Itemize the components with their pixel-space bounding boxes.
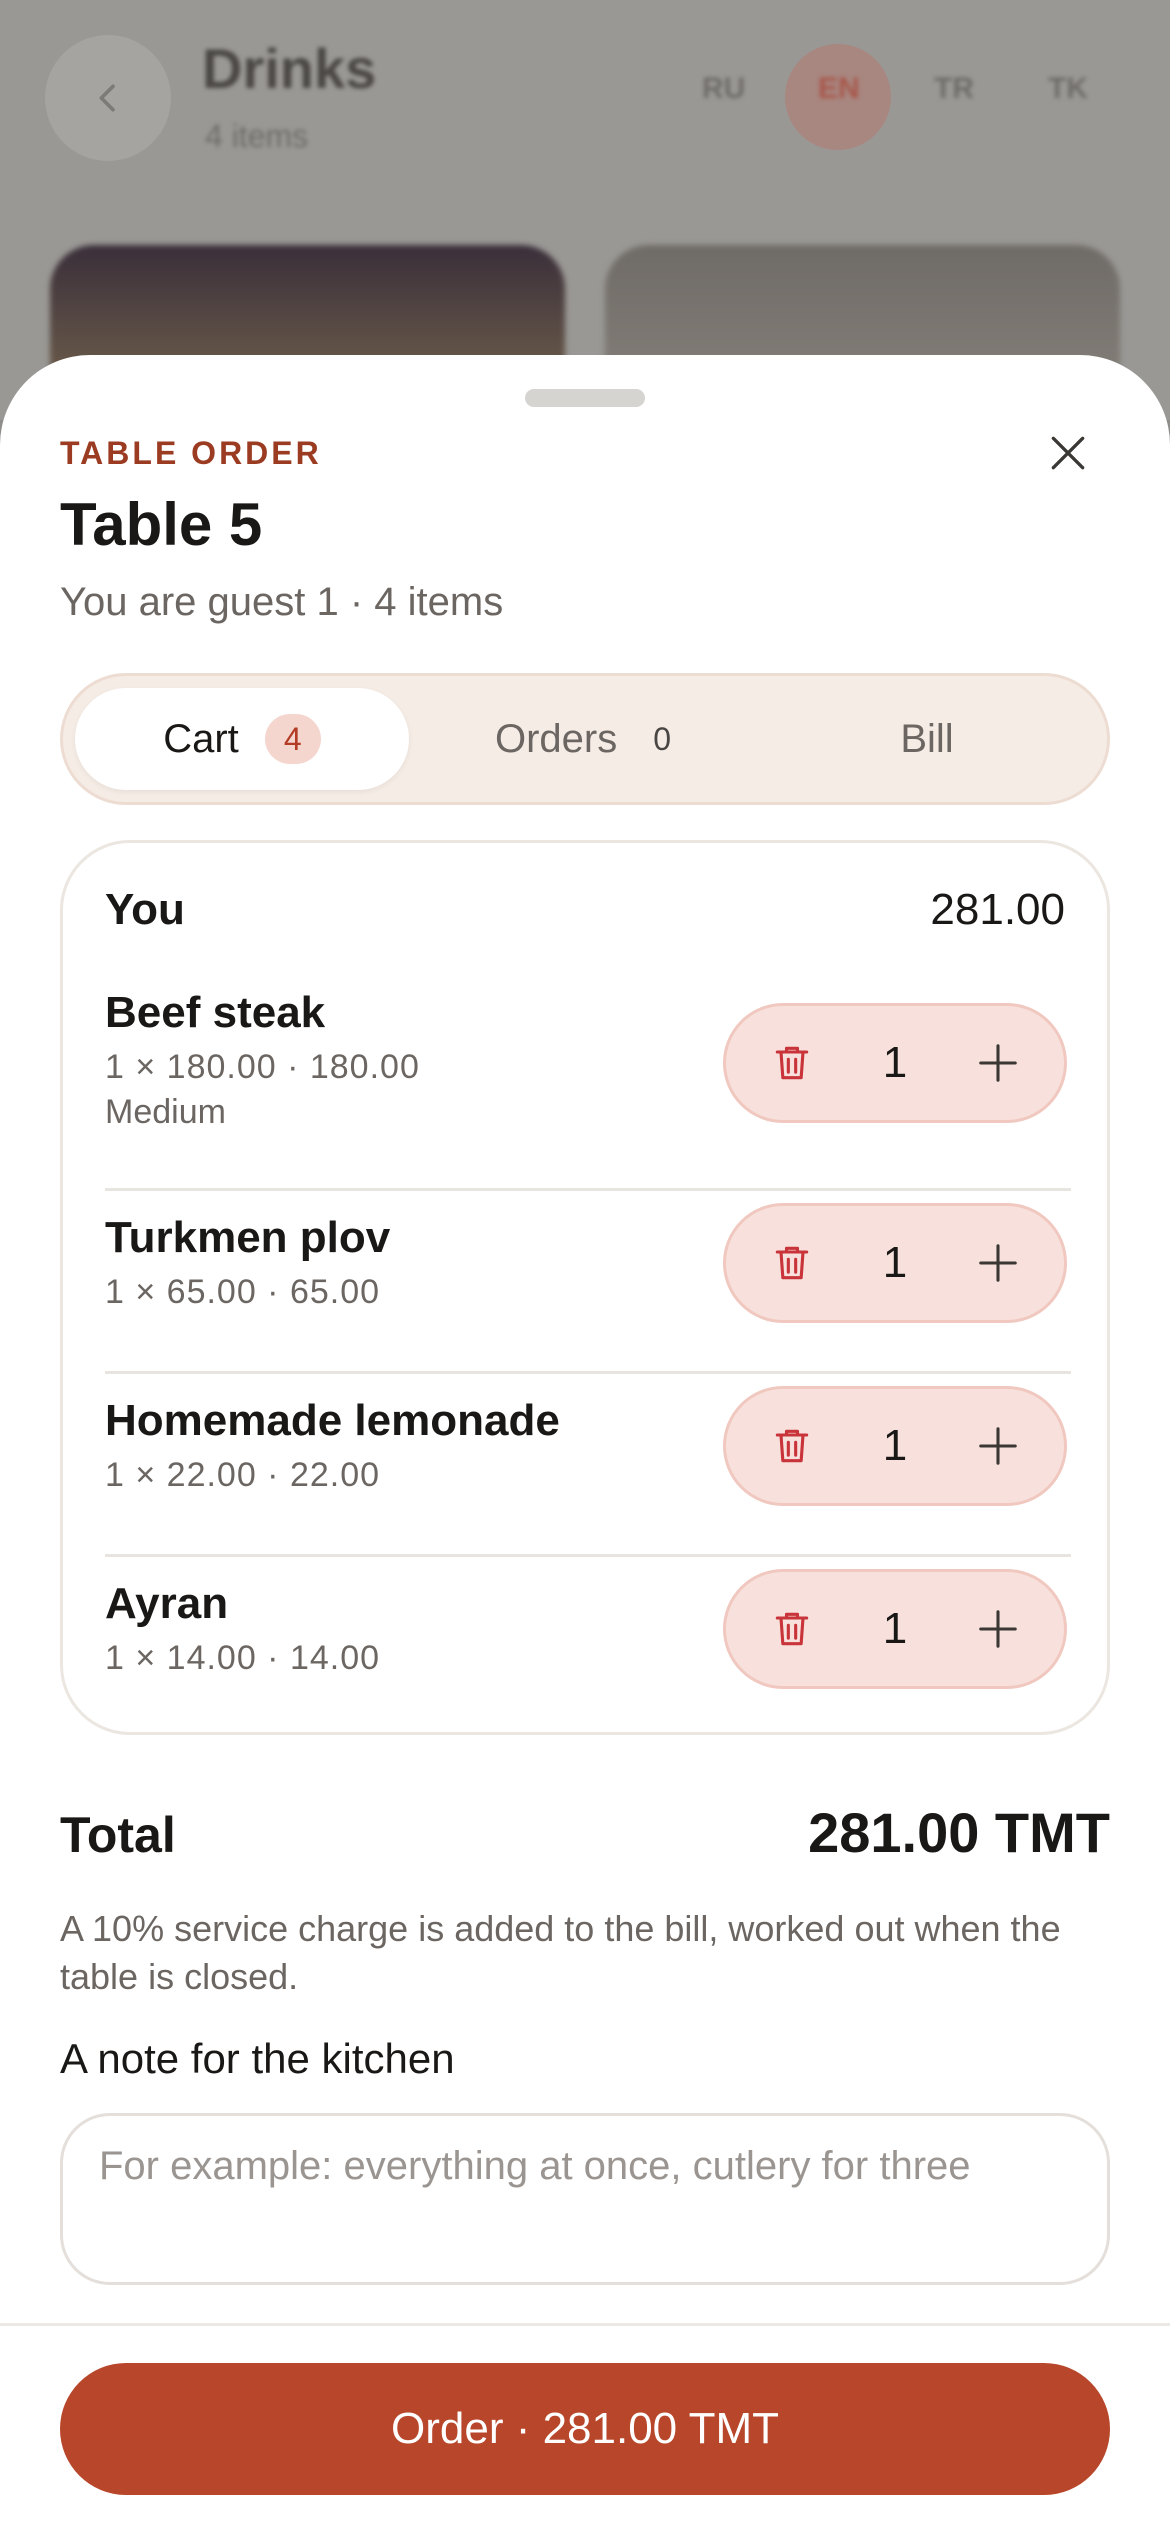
language-option: TR	[934, 72, 974, 105]
tab-cart[interactable]: Cart 4	[75, 688, 409, 790]
total-label: Total	[60, 1807, 176, 1863]
close-icon	[1051, 436, 1085, 470]
background-title: Drinks	[202, 37, 377, 100]
tab-orders[interactable]: Orders 0	[413, 688, 753, 790]
sheet-eyebrow: TABLE ORDER	[60, 435, 322, 471]
sheet-grabber[interactable]	[525, 389, 645, 407]
tab-bill[interactable]: Bill	[757, 688, 1097, 790]
quantity-stepper: 1	[723, 1003, 1067, 1123]
total-value: 281.00 TMT	[808, 1801, 1110, 1864]
trash-icon	[775, 1612, 809, 1646]
trash-icon	[775, 1046, 809, 1080]
quantity-value: 1	[882, 1421, 908, 1470]
divider	[105, 1554, 1071, 1557]
increment-button[interactable]	[972, 1237, 1024, 1289]
tab-label: Cart	[163, 716, 239, 761]
increment-button[interactable]	[972, 1420, 1024, 1472]
orders-count: 0	[653, 720, 672, 757]
trash-icon	[775, 1246, 809, 1280]
delete-button[interactable]	[766, 1603, 818, 1655]
quantity-value: 1	[882, 1038, 908, 1087]
divider	[105, 1188, 1071, 1191]
language-option: EN	[818, 72, 860, 105]
quantity-value: 1	[882, 1238, 908, 1287]
guest-amount: 281.00	[930, 885, 1065, 934]
delete-button[interactable]	[766, 1237, 818, 1289]
quantity-stepper: 1	[723, 1203, 1067, 1323]
order-button[interactable]: Order · 281.00 TMT	[60, 2363, 1110, 2495]
service-charge-note: A 10% service charge is added to the bil…	[60, 1908, 1061, 1997]
increment-button[interactable]	[972, 1603, 1024, 1655]
tab-label: Bill	[900, 716, 954, 761]
kitchen-note-label: A note for the kitchen	[60, 2035, 455, 2082]
sheet-subtitle: You are guest 1 · 4 items	[60, 580, 504, 624]
close-button[interactable]	[1030, 415, 1106, 491]
trash-icon	[775, 1429, 809, 1463]
table-order-sheet: TABLE ORDER Table 5 You are guest 1 · 4 …	[0, 355, 1170, 2532]
quantity-stepper: 1	[723, 1569, 1067, 1689]
tab-label: Orders	[494, 716, 618, 761]
background-subtitle: 4 items	[205, 118, 309, 154]
quantity-stepper: 1	[723, 1386, 1067, 1506]
delete-button[interactable]	[766, 1037, 818, 1089]
language-option: RU	[702, 72, 746, 105]
plus-icon	[979, 1044, 1017, 1082]
order-tabs: Cart 4 Orders 0 Bill	[60, 673, 1110, 805]
plus-icon	[979, 1244, 1017, 1282]
cart-count-badge: 4	[264, 714, 321, 764]
delete-button[interactable]	[766, 1420, 818, 1472]
guest-name: You	[105, 885, 185, 934]
plus-icon	[979, 1610, 1017, 1648]
chevron-left-icon	[99, 84, 115, 112]
cart-card: You 281.00 Beef steak 1 × 180.00 · 180.0…	[60, 840, 1110, 1735]
total-row: Total 281.00 TMT	[60, 1800, 1110, 1865]
plus-icon	[979, 1427, 1017, 1465]
quantity-value: 1	[882, 1604, 908, 1653]
increment-button[interactable]	[972, 1037, 1024, 1089]
language-option: TK	[1048, 72, 1088, 105]
footer-divider	[0, 2323, 1170, 2326]
kitchen-note-input[interactable]	[60, 2113, 1110, 2285]
sheet-title: Table 5	[60, 491, 263, 558]
guest-header: You 281.00	[105, 885, 1065, 935]
back-button	[45, 35, 171, 161]
divider	[105, 1371, 1071, 1374]
